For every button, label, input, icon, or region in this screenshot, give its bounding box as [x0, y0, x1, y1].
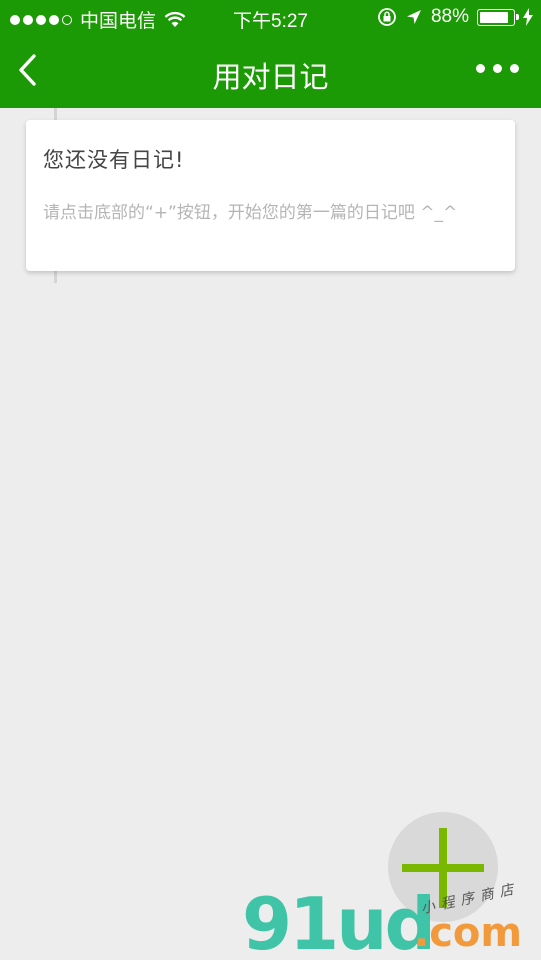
carrier-label: 中国电信	[80, 11, 157, 32]
signal-strength-icon	[10, 14, 72, 25]
back-button[interactable]	[14, 52, 44, 88]
charging-bolt-icon	[523, 8, 533, 26]
battery-percent: 88%	[430, 6, 469, 27]
nav-bar: 用对日记	[0, 34, 541, 108]
empty-state-description: 请点击底部的“+”按钮，开始您的第一篇的日记吧 ^_^	[43, 203, 458, 223]
chevron-left-icon	[19, 54, 36, 86]
status-right: 88%	[377, 6, 533, 28]
status-bar: 中国电信 下午5:27 88%	[0, 0, 541, 34]
wifi-icon	[164, 11, 186, 27]
more-button[interactable]	[476, 64, 519, 73]
watermark-domain: .com	[414, 910, 523, 956]
more-dots-icon	[476, 64, 485, 73]
status-left: 中国电信	[10, 6, 186, 33]
watermark-brand: 91ud	[242, 882, 436, 960]
battery-icon	[477, 8, 519, 26]
battery-level	[480, 11, 509, 23]
rotation-lock-icon	[378, 8, 396, 26]
empty-state-card: 您还没有日记! 请点击底部的“+”按钮，开始您的第一篇的日记吧 ^_^	[26, 120, 515, 271]
page-title: 用对日记	[212, 62, 329, 94]
location-arrow-icon	[406, 10, 421, 24]
empty-state-title: 您还没有日记!	[43, 148, 185, 172]
watermark: 91ud 小程序商店 .com	[242, 881, 541, 960]
